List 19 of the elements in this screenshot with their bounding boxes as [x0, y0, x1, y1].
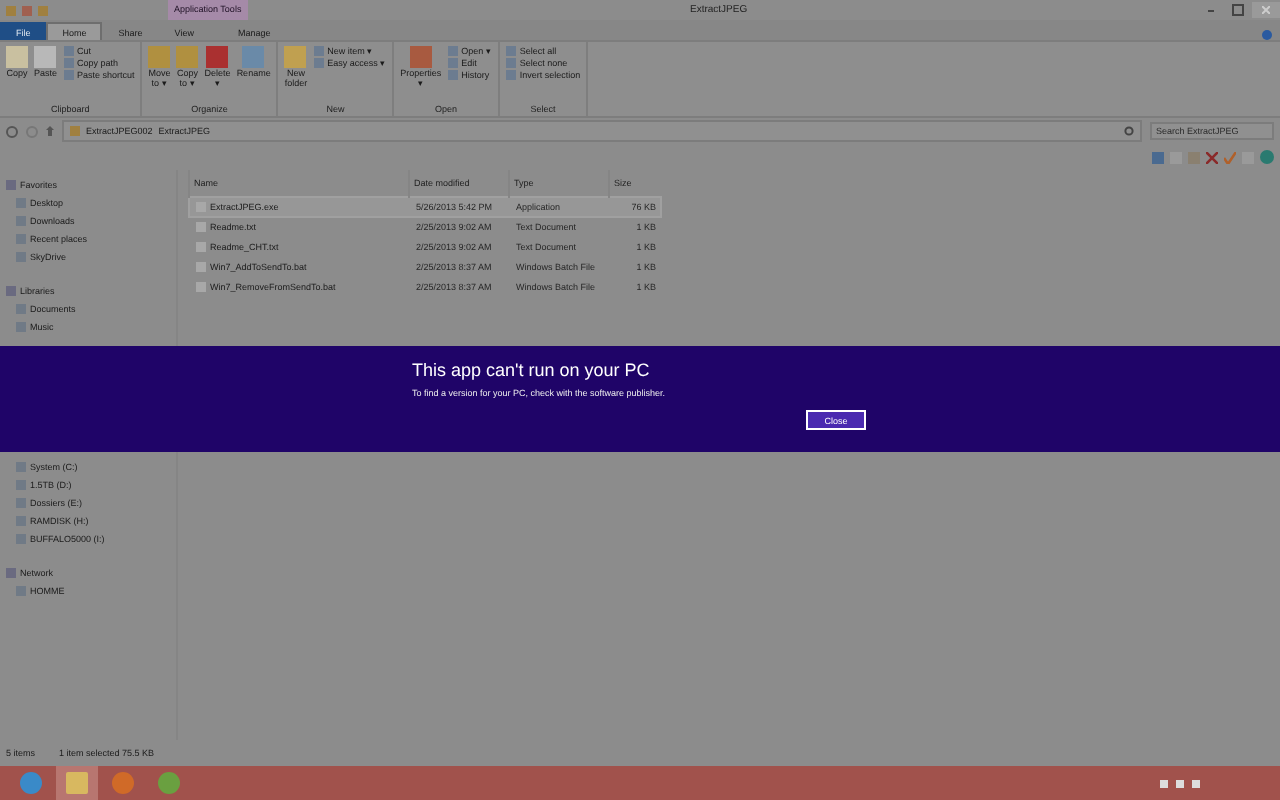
ribbon-icon: [34, 46, 57, 68]
up-arrow-icon[interactable]: [46, 126, 54, 136]
ribbon-icon: [176, 46, 199, 68]
back-button[interactable]: [6, 125, 18, 137]
cross-icon[interactable]: [1206, 151, 1218, 163]
ribbon-icon: [6, 46, 28, 68]
ribbon-icon: [148, 46, 171, 68]
check-icon[interactable]: [1224, 151, 1236, 163]
help-icon[interactable]: [1262, 30, 1272, 40]
taskbar-button[interactable]: [56, 766, 98, 800]
close-button[interactable]: [1252, 2, 1280, 18]
dialog-title: This app can't run on your PC: [412, 360, 652, 380]
refresh-icon[interactable]: [1124, 126, 1134, 136]
ribbon-icon: [284, 46, 307, 68]
app-icon: [158, 772, 180, 794]
ribbon-icon: [409, 46, 432, 68]
ribbon-icon: [206, 46, 229, 68]
ribbon-icon: [242, 46, 265, 68]
close-icon: [1262, 6, 1270, 14]
